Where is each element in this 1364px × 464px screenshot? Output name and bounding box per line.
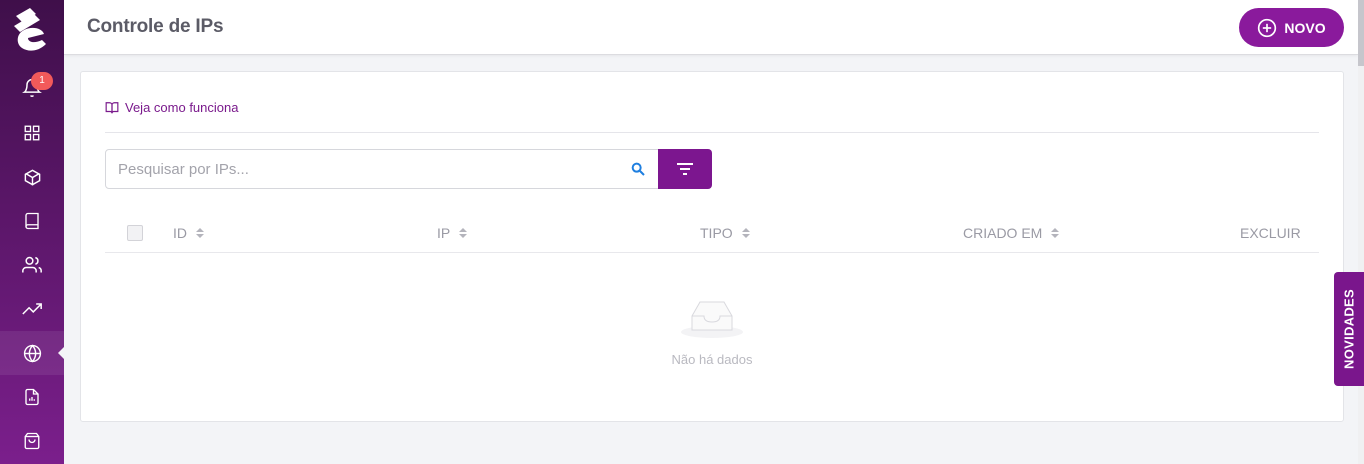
sidebar-item-notifications[interactable]: 1	[0, 66, 64, 110]
sidebar: 1	[0, 0, 64, 464]
novidades-tab[interactable]: NOVIDADES	[1334, 272, 1364, 386]
column-header-id[interactable]: ID	[173, 225, 204, 241]
sidebar-item-catalog[interactable]	[0, 199, 64, 243]
sort-icon	[459, 228, 468, 238]
empty-inbox-icon	[681, 301, 743, 338]
divider	[105, 132, 1319, 133]
scrollbar[interactable]	[1358, 0, 1364, 464]
column-label: CRIADO EM	[963, 225, 1043, 241]
column-label: EXCLUIR	[1240, 225, 1301, 241]
search-input[interactable]	[106, 150, 616, 188]
scrollbar-thumb[interactable]	[1358, 0, 1364, 66]
trending-up-icon	[22, 303, 42, 315]
logo-icon	[14, 8, 46, 51]
filter-button[interactable]	[658, 149, 712, 189]
sidebar-item-orders[interactable]	[0, 419, 64, 463]
column-header-ip[interactable]: IP	[437, 225, 468, 241]
novidades-label: NOVIDADES	[1341, 289, 1357, 369]
book-icon	[25, 212, 39, 230]
globe-icon	[23, 344, 41, 362]
column-label: TIPO	[700, 225, 733, 241]
empty-text: Não há dados	[671, 352, 753, 367]
search-box	[105, 149, 659, 189]
help-link[interactable]: Veja como funciona	[105, 100, 238, 115]
table-header: ID IP TIPO CRIADO EM EXCLUIR	[105, 213, 1319, 253]
column-label: IP	[437, 225, 451, 241]
help-link-label: Veja como funciona	[125, 100, 239, 115]
sidebar-item-documents[interactable]	[0, 375, 64, 419]
filter-icon	[677, 163, 693, 175]
page-title: Controle de IPs	[87, 16, 224, 37]
box-icon	[24, 169, 40, 185]
sidebar-item-products[interactable]	[0, 155, 64, 199]
select-all-checkbox[interactable]	[127, 225, 143, 241]
sort-icon	[196, 228, 204, 238]
sidebar-item-ip-control[interactable]	[0, 331, 64, 375]
report-icon	[25, 388, 39, 406]
sort-icon	[741, 228, 750, 238]
new-button-label: NOVO	[1284, 19, 1326, 36]
new-button[interactable]: NOVO	[1239, 8, 1344, 47]
sort-icon	[1051, 228, 1060, 238]
sidebar-item-dashboard[interactable]	[0, 111, 64, 155]
grid-icon	[24, 125, 40, 141]
header: Controle de IPs NOVO	[64, 0, 1358, 55]
sidebar-item-reports[interactable]	[0, 287, 64, 331]
users-icon	[22, 256, 42, 273]
column-label: ID	[173, 225, 187, 241]
open-book-icon	[105, 101, 119, 113]
main-card: Veja como funciona ID IP TIPO CRIADO EM	[80, 71, 1344, 422]
search-icon[interactable]	[630, 161, 646, 177]
column-header-tipo[interactable]: TIPO	[700, 225, 750, 241]
logo[interactable]	[6, 2, 58, 54]
sidebar-item-users[interactable]	[0, 243, 64, 287]
column-header-criado-em[interactable]: CRIADO EM	[963, 225, 1060, 241]
column-header-excluir: EXCLUIR	[1240, 225, 1301, 241]
notification-badge: 1	[31, 72, 53, 90]
shopping-bag-icon	[24, 432, 40, 450]
plus-circle-icon	[1258, 18, 1277, 37]
